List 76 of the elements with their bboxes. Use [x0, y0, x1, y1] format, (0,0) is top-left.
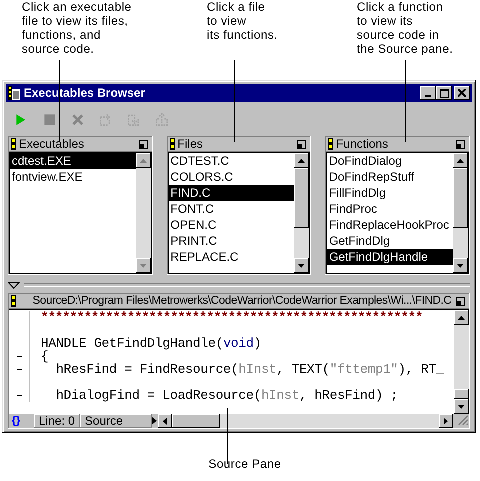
scroll-thumb[interactable] — [453, 168, 468, 228]
maximize-button[interactable] — [436, 86, 452, 100]
zoom-icon — [138, 140, 148, 148]
square-icon — [42, 112, 58, 128]
pane-title: Executables — [19, 137, 86, 151]
list-item[interactable]: OPEN.C — [168, 217, 294, 233]
window-title: Executables Browser — [24, 86, 146, 100]
step-into-icon — [126, 112, 142, 128]
braces-button[interactable]: {} — [9, 415, 34, 427]
scrollbar[interactable] — [158, 414, 453, 428]
code-line: ***************************************************** — [41, 311, 423, 324]
line-number: Line: 0 — [34, 414, 80, 428]
minimize-button[interactable] — [420, 86, 436, 100]
grip-icon — [170, 138, 175, 150]
list-item[interactable]: GetFindDlgHandle — [327, 249, 454, 265]
list-item[interactable]: PRINT.C — [168, 233, 294, 249]
list-item[interactable]: fontview.EXE — [10, 169, 136, 185]
zoom-icon — [456, 140, 466, 148]
list-item[interactable]: cdtest.EXE — [10, 153, 136, 169]
zoom-button[interactable] — [454, 138, 468, 150]
pane-title: Functions — [336, 137, 390, 151]
step-out-icon — [154, 112, 170, 128]
list-item[interactable]: FIND.C — [168, 185, 294, 201]
list-item[interactable]: DoFindRepStuff — [327, 169, 454, 185]
mode-dropdown[interactable]: Source — [80, 414, 152, 428]
scrollbar[interactable] — [453, 153, 468, 273]
down-arrow-icon — [140, 264, 147, 268]
list-item[interactable]: DoFindDialog — [327, 153, 454, 169]
code-line: { — [41, 350, 49, 363]
up-arrow-icon — [140, 158, 147, 162]
scroll-thumb[interactable] — [172, 414, 220, 428]
dropdown-arrow-icon — [152, 417, 158, 425]
down-arrow-icon — [457, 264, 464, 268]
zoom-icon — [297, 140, 306, 148]
code-line: hResFind = FindResource(hInst, TEXT("fttemp1"), RT_ — [55, 363, 444, 376]
scrollbar[interactable] — [454, 310, 469, 414]
close-icon — [458, 89, 466, 97]
zoom-button[interactable] — [454, 295, 467, 307]
document-icon — [8, 86, 20, 100]
list-item[interactable]: FindReplaceHookProc — [327, 217, 454, 233]
x-icon — [70, 112, 86, 128]
down-arrow-icon — [458, 404, 465, 408]
right-arrow-icon — [444, 418, 448, 424]
zoom-button[interactable] — [136, 138, 150, 150]
grip-icon — [11, 138, 16, 150]
left-arrow-icon — [163, 418, 168, 424]
up-arrow-icon — [298, 158, 306, 162]
scroll-thumb[interactable] — [294, 168, 310, 228]
list-item[interactable]: REPLACE.C — [168, 249, 294, 265]
scroll-thumb[interactable] — [454, 389, 469, 399]
list-item[interactable]: FONT.C — [168, 201, 294, 217]
down-arrow-icon — [298, 264, 306, 268]
grip-icon — [11, 295, 16, 307]
code-line: hDialogFind = LoadResource(hInst, hResFind) ; — [55, 389, 398, 402]
callout-text: Click a file to view its functions. — [207, 0, 279, 44]
callout-text: Source Pane — [208, 457, 282, 471]
up-arrow-icon — [457, 158, 464, 162]
list-item[interactable]: COLORS.C — [168, 169, 294, 185]
zoom-button[interactable] — [295, 138, 308, 150]
maximize-icon — [440, 88, 448, 98]
callout-text: Click a function to view its source code in the Source pane. — [357, 0, 454, 58]
list-item[interactable]: CDTEST.C — [168, 153, 294, 169]
zoom-icon — [456, 296, 466, 306]
scrollbar[interactable] — [136, 153, 151, 273]
code-line: HANDLE GetFindDlgHandle(void) — [41, 337, 262, 350]
up-arrow-icon — [458, 316, 465, 320]
list-item[interactable]: FindProc — [327, 201, 454, 217]
callout-text: Click an executable file to view its files, functions, and source code. — [22, 0, 133, 58]
grip-icon — [328, 138, 334, 150]
close-button[interactable] — [454, 86, 470, 100]
pane-title: Files — [178, 137, 204, 151]
list-item[interactable]: FillFindDlg — [327, 185, 454, 201]
source-path: SourceD:\Program Files\Metrowerks\CodeWarrior\CodeWarrior Examples\Wi...\FIND.C — [32, 295, 452, 307]
list-item[interactable]: GetFindDlg — [327, 233, 454, 249]
collapse-icon[interactable] — [8, 282, 20, 288]
scrollbar[interactable] — [294, 153, 310, 273]
